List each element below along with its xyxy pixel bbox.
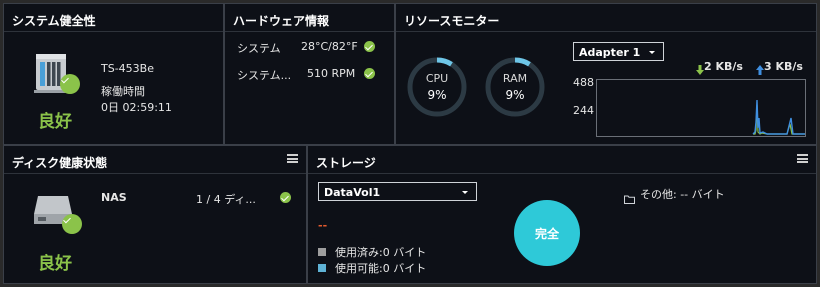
download-arrow-icon	[696, 60, 704, 75]
uptime-label: 稼働時間	[101, 85, 145, 98]
storage-used: 使用済み:0 バイト	[335, 246, 427, 259]
system-health-title: システム健全性	[4, 4, 223, 32]
disk-device: NAS	[101, 191, 127, 204]
disk-ok-icon	[280, 192, 291, 203]
system-status: 良好	[38, 112, 72, 132]
resource-monitor-panel: リソースモニター CPU 9% RAM 9% Adapter 1 2 KB/s …	[395, 3, 817, 145]
cpu-label: CPU	[425, 72, 449, 85]
adapter-select-value: Adapter 1	[579, 46, 641, 59]
model-name: TS-453Be	[101, 62, 154, 75]
used-legend-swatch	[318, 248, 326, 256]
cpu-gauge: CPU 9%	[406, 56, 468, 118]
storage-title: ストレージ	[308, 146, 816, 174]
ram-value: 9%	[505, 88, 525, 102]
storage-dash: --	[318, 219, 328, 232]
upload-arrow-icon	[756, 60, 764, 75]
download-series	[753, 104, 805, 135]
network-chart	[596, 79, 806, 137]
storage-available: 使用可能:0 バイト	[335, 262, 427, 275]
storage-panel: ストレージ DataVol1 その他: -- バイト -- 使用済み:0 バイト…	[307, 145, 817, 284]
nas-device-icon	[32, 50, 82, 96]
adapter-select[interactable]: Adapter 1	[573, 42, 664, 61]
upload-series	[752, 99, 805, 135]
disk-health-title: ディスク健康状態	[4, 146, 306, 174]
hardware-title: ハードウェア情報	[225, 4, 394, 32]
ram-gauge: RAM 9%	[484, 56, 546, 118]
fan-value: 510 RPM	[307, 67, 356, 80]
chevron-down-icon	[462, 191, 468, 194]
volume-select-value: DataVol1	[324, 186, 381, 199]
menu-list-icon[interactable]	[287, 154, 298, 163]
resource-monitor-title: リソースモニター	[396, 4, 816, 32]
uptime-value: 0日 02:59:11	[101, 101, 172, 114]
storage-state: 完全	[534, 227, 559, 241]
download-rate: 2 KB/s	[704, 60, 743, 73]
y-tick-top: 488	[573, 76, 594, 89]
ram-label: RAM	[502, 72, 528, 85]
temp-value: 28°C/82°F	[301, 40, 358, 53]
folder-icon	[624, 189, 635, 204]
disk-count: 1 / 4 ディ...	[196, 193, 256, 206]
status-check-icon	[60, 74, 80, 94]
disk-drive-icon	[32, 192, 84, 238]
upload-rate: 3 KB/s	[764, 60, 803, 73]
disk-status: 良好	[38, 254, 72, 274]
y-tick-mid: 244	[573, 104, 594, 117]
temp-ok-icon	[364, 41, 375, 52]
fan-label: システム...	[237, 69, 292, 82]
fan-ok-icon	[364, 68, 375, 79]
cpu-value: 9%	[427, 88, 447, 102]
storage-other: その他: -- バイト	[640, 188, 725, 201]
menu-list-icon[interactable]	[797, 154, 808, 163]
hardware-panel: ハードウェア情報 システム 28°C/82°F システム... 510 RPM	[224, 3, 395, 145]
system-health-panel: システム健全性 良好 TS-453Be 稼働時間 0日 02:59:11	[3, 3, 224, 145]
temp-label: システム	[237, 42, 281, 55]
disk-status-check-icon	[62, 214, 82, 234]
chevron-down-icon	[649, 51, 655, 54]
disk-health-panel: ディスク健康状態 良好 NAS 1 / 4 ディ...	[3, 145, 307, 284]
available-legend-swatch	[318, 264, 326, 272]
volume-select[interactable]: DataVol1	[318, 182, 477, 201]
